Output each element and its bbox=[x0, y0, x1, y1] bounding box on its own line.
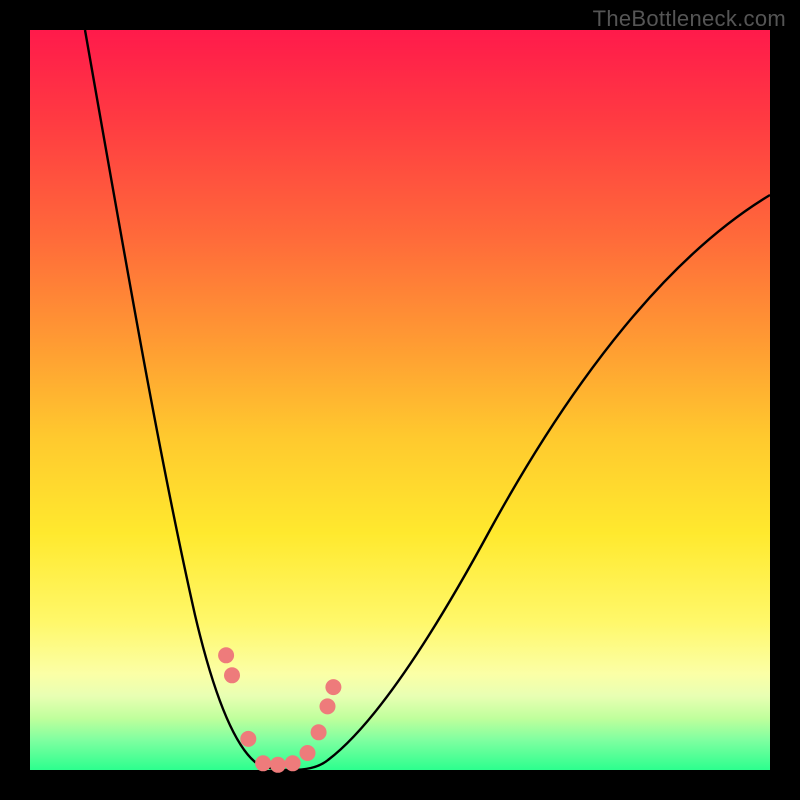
marker-dots bbox=[218, 647, 341, 773]
watermark-text: TheBottleneck.com bbox=[593, 6, 786, 32]
marker-dot bbox=[285, 755, 301, 771]
marker-dot bbox=[270, 757, 286, 773]
marker-dot bbox=[311, 724, 327, 740]
marker-dot bbox=[218, 647, 234, 663]
marker-dot bbox=[255, 755, 271, 771]
marker-dot bbox=[240, 731, 256, 747]
plot-area bbox=[30, 30, 770, 770]
marker-dot bbox=[320, 698, 336, 714]
curve-left-branch bbox=[85, 30, 290, 770]
marker-dot bbox=[224, 667, 240, 683]
marker-dot bbox=[300, 745, 316, 761]
curve-right-branch bbox=[290, 195, 770, 770]
marker-dot bbox=[325, 679, 341, 695]
bottleneck-curve bbox=[30, 30, 770, 770]
chart-frame: TheBottleneck.com bbox=[0, 0, 800, 800]
